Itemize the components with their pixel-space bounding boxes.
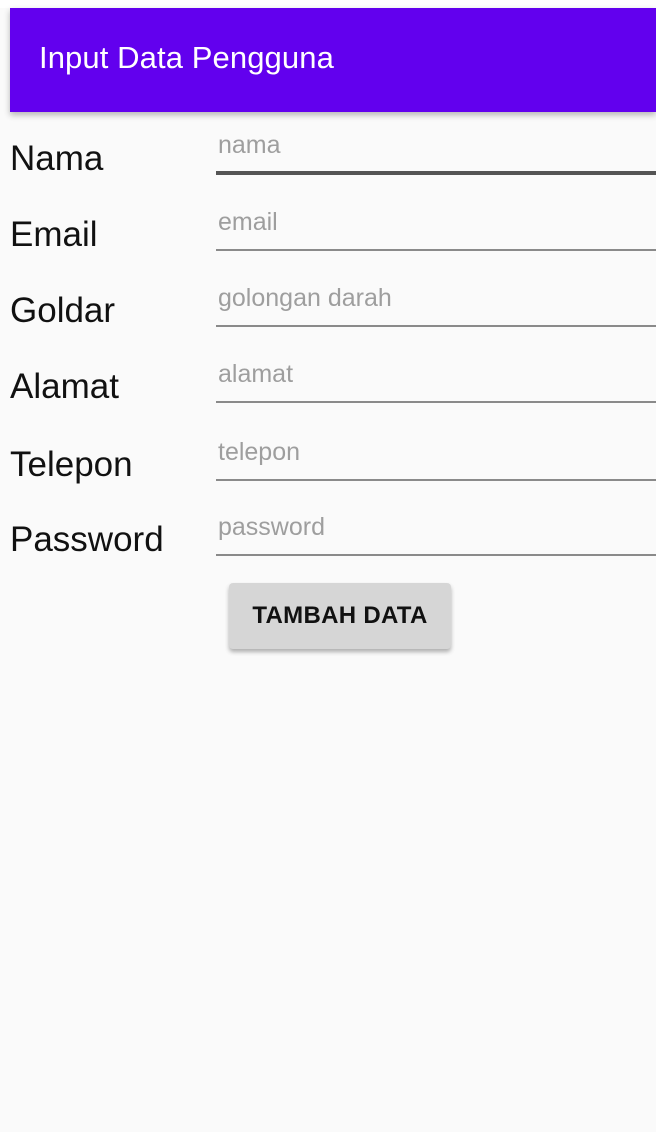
tambah-data-button[interactable]: TAMBAH DATA [229, 583, 451, 649]
app-screen: Input Data Pengguna Nama Email Goldar Al… [0, 0, 656, 1132]
goldar-input[interactable] [216, 271, 656, 327]
nama-input[interactable] [216, 119, 656, 175]
email-input[interactable] [216, 195, 656, 251]
alamat-label: Alamat [10, 367, 119, 406]
telepon-label: Telepon [10, 445, 133, 484]
email-label: Email [10, 215, 98, 254]
alamat-input[interactable] [216, 347, 656, 403]
field-row-email: Email [0, 195, 656, 271]
password-input[interactable] [216, 500, 656, 556]
status-bar-edge [0, 0, 656, 8]
page-title: Input Data Pengguna [39, 40, 334, 75]
field-row-telepon: Telepon [0, 425, 656, 501]
field-row-nama: Nama [0, 119, 656, 195]
telepon-input[interactable] [216, 425, 656, 481]
nama-label: Nama [10, 139, 104, 178]
password-label: Password [10, 520, 164, 559]
app-bar: Input Data Pengguna [10, 8, 656, 112]
goldar-label: Goldar [10, 291, 116, 330]
field-row-password: Password [0, 500, 656, 576]
field-row-alamat: Alamat [0, 347, 656, 423]
field-row-goldar: Goldar [0, 271, 656, 347]
